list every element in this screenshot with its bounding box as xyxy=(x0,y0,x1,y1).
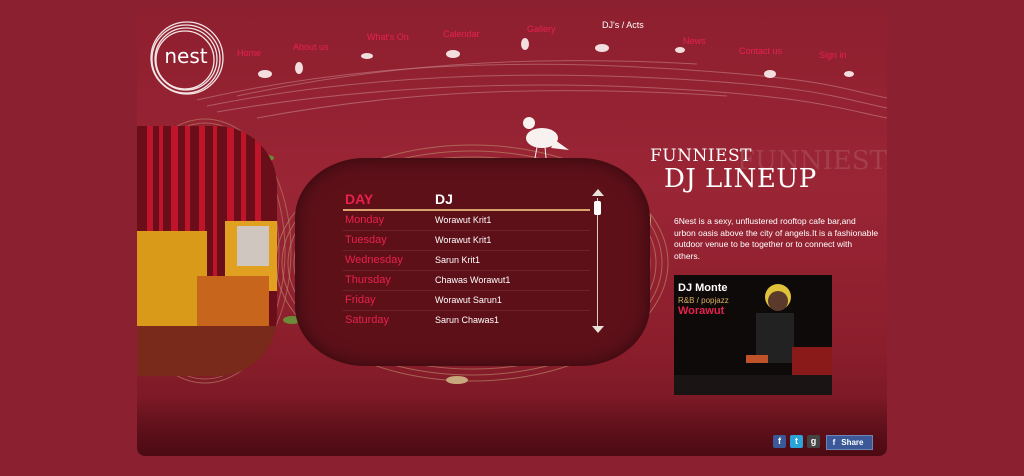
promo-dj-name: DJ Monte xyxy=(678,282,728,294)
schedule-dj: Worawut Krit1 xyxy=(435,235,492,245)
schedule-dj: Worawut Sarun1 xyxy=(435,295,502,305)
google-plus-icon[interactable]: g xyxy=(807,435,820,448)
scrollbar-thumb[interactable] xyxy=(594,201,601,215)
scrollbar-track[interactable] xyxy=(597,198,598,326)
row-divider xyxy=(343,310,590,311)
share-label: Share xyxy=(841,438,864,447)
facebook-share-button[interactable]: f Share xyxy=(826,435,873,450)
row-divider xyxy=(343,230,590,231)
schedule-day: Wednesday xyxy=(345,254,403,266)
twitter-icon[interactable]: t xyxy=(790,435,803,448)
nav-news[interactable]: News xyxy=(683,36,706,46)
facebook-icon[interactable]: f xyxy=(773,435,786,448)
header-divider xyxy=(343,209,590,211)
dj-promo-image[interactable]: DJ Monte R&B / popjazz Worawut xyxy=(674,275,832,395)
nav-gallery[interactable]: Gallery xyxy=(527,24,556,34)
row-divider xyxy=(343,250,590,251)
nav-calendar[interactable]: Calendar xyxy=(443,29,480,39)
schedule-day: Friday xyxy=(345,294,376,306)
row-divider xyxy=(343,290,590,291)
headline-line2: DJ LINEUP xyxy=(664,164,817,194)
schedule-dj: Chawas Worawut1 xyxy=(435,275,511,285)
schedule-dj: Worawut Krit1 xyxy=(435,215,492,225)
nav-home[interactable]: Home xyxy=(237,48,261,58)
day-column-header: DAY xyxy=(345,191,374,207)
lounge-photo xyxy=(137,126,277,376)
schedule-dj: Sarun Chawas1 xyxy=(435,315,500,325)
schedule-day: Saturday xyxy=(345,314,390,326)
page-container: nest Home About us What's On Calendar Ga… xyxy=(137,8,887,456)
row-divider xyxy=(343,270,590,271)
nav-contact-us[interactable]: Contact us xyxy=(739,46,782,56)
schedule-dj: Sarun Krit1 xyxy=(435,255,481,265)
scroll-up-arrow-icon[interactable] xyxy=(592,189,604,196)
scroll-down-arrow-icon[interactable] xyxy=(592,326,604,333)
promo-genre: R&B / popjazz xyxy=(678,296,729,305)
logo-text: nest xyxy=(164,44,208,68)
schedule-day: Monday xyxy=(345,214,385,226)
dj-column-header: DJ xyxy=(435,191,453,207)
facebook-share-icon: f xyxy=(832,438,836,447)
schedule-day: Tuesday xyxy=(345,234,387,246)
nav-sign-in[interactable]: Sign in xyxy=(819,50,847,60)
schedule-day: Thursday xyxy=(345,274,391,286)
venue-description: 6Nest is a sexy, unflustered rooftop caf… xyxy=(674,216,879,261)
promo-subtitle: Worawut xyxy=(678,305,725,317)
nest-logo[interactable]: nest xyxy=(147,20,225,98)
nav-djs-acts[interactable]: DJ's / Acts xyxy=(602,20,644,30)
headline-line1: FUNNIEST xyxy=(650,146,752,166)
nav-whats-on[interactable]: What's On xyxy=(367,32,409,42)
nav-about-us[interactable]: About us xyxy=(293,42,329,52)
